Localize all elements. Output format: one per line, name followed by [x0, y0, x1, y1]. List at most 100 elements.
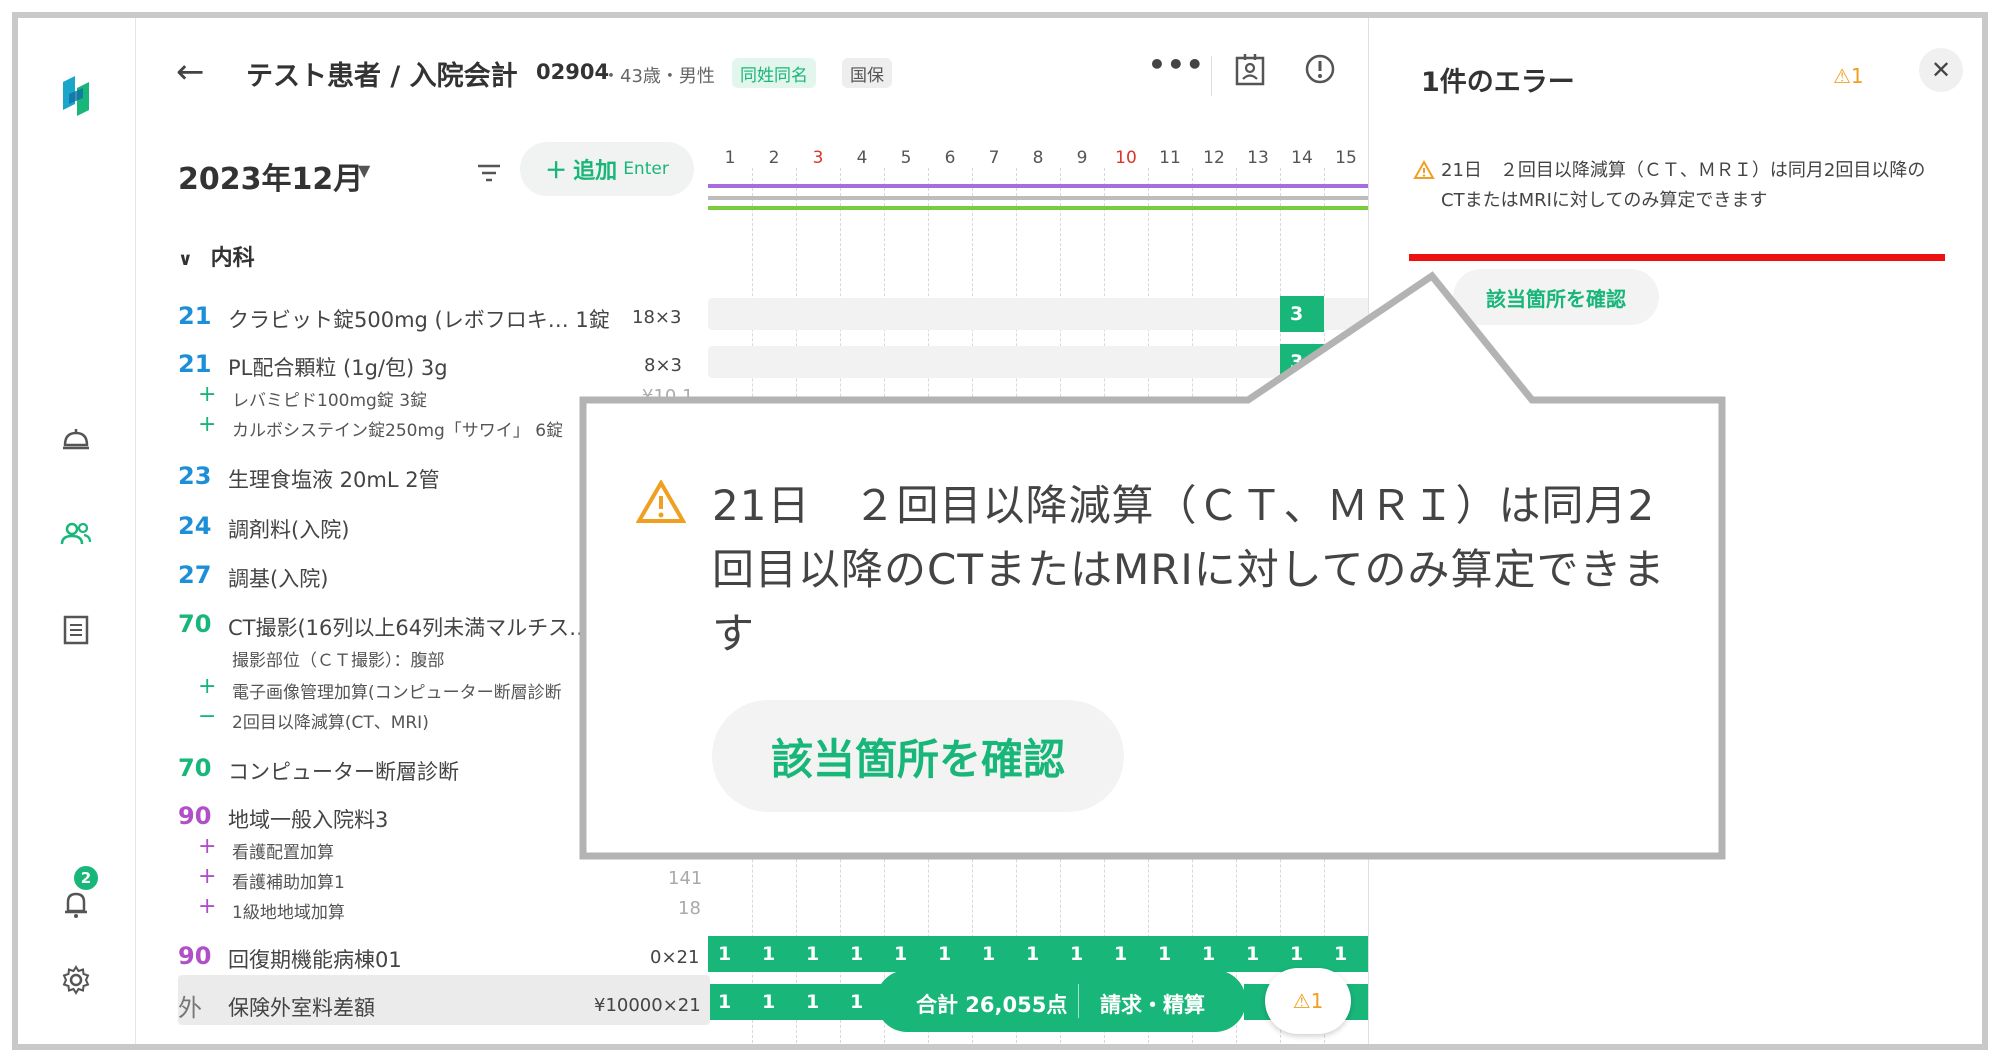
sub-item-name[interactable]: 看護配置加算 — [232, 838, 334, 863]
item-code: 70 — [178, 610, 212, 638]
day-cell[interactable]: 3 — [1280, 344, 1324, 380]
day-cell[interactable]: 1 — [1192, 936, 1236, 972]
filter-icon[interactable] — [474, 158, 504, 188]
sub-item-name[interactable]: 撮影部位（ＣＴ撮影）：腹部 — [232, 646, 445, 671]
item-code: 21 — [178, 302, 212, 330]
calendar-day-7[interactable]: 7 — [972, 148, 1016, 168]
patient-card-icon[interactable] — [1233, 52, 1273, 92]
page-header: ← テスト患者 / 入院会計 02904 ・43歳・男性 同姓同名 国保 ••• — [136, 18, 1366, 122]
add-shortcut-hint: Enter — [623, 159, 669, 179]
alert-circle-icon[interactable] — [1303, 52, 1343, 92]
day-cell[interactable]: 1 — [1236, 936, 1280, 972]
patient-info: ・43歳・男性 — [602, 66, 715, 87]
day-cell[interactable]: 1 — [1324, 936, 1368, 972]
day-cell[interactable]: 1 — [708, 936, 752, 972]
chevron-down-icon[interactable]: ▼ — [358, 161, 370, 180]
close-icon[interactable]: ✕ — [1919, 48, 1963, 92]
day-cell[interactable]: 1 — [884, 936, 928, 972]
add-item-button[interactable]: ＋ 追加 Enter — [520, 142, 694, 196]
item-qty: 0×21 — [650, 947, 700, 968]
sub-item-price: 141 — [668, 868, 703, 889]
item-name[interactable]: 生理食塩液 20mL 2管 — [228, 464, 440, 494]
bill-settle-button[interactable]: 請求・精算 — [1100, 989, 1205, 1019]
item-name[interactable]: PL配合顆粒 (1g/包) 3g — [228, 352, 448, 382]
sub-item-name[interactable]: 看護補助加算1 — [232, 868, 345, 893]
app-logo-icon[interactable] — [56, 76, 96, 116]
calendar-day-8[interactable]: 8 — [1016, 148, 1060, 168]
patients-icon[interactable] — [56, 514, 96, 554]
item-name[interactable]: 調基(入院) — [228, 563, 328, 593]
callout-check-location-button[interactable]: 該当箇所を確認 — [712, 700, 1124, 812]
sub-item-name[interactable]: カルボシステイン錠250mg「サワイ」 6錠 — [232, 416, 563, 441]
calendar-day-13[interactable]: 13 — [1236, 148, 1280, 168]
warning-count-button[interactable]: ⚠1 — [1265, 968, 1351, 1034]
sub-item-name[interactable]: 1級地地域加算 — [232, 898, 345, 923]
day-cell[interactable]: 1 — [708, 984, 752, 1020]
reception-bell-icon[interactable] — [56, 418, 96, 458]
warning-triangle-icon — [1413, 159, 1435, 184]
calendar-day-4[interactable]: 4 — [840, 148, 884, 168]
plus-icon: + — [198, 834, 217, 859]
total-points: 合計 26,055点 — [916, 993, 1068, 1017]
notification-bell-icon[interactable] — [56, 884, 96, 924]
sub-item-name[interactable]: 2回目以降減算(CT、MRI) — [232, 708, 429, 733]
day-cell[interactable]: 1 — [752, 984, 796, 1020]
calendar-day-9[interactable]: 9 — [1060, 148, 1104, 168]
day-cell[interactable]: 1 — [1280, 936, 1324, 972]
item-name[interactable]: 保険外室料差額 — [228, 992, 375, 1022]
minus-icon: − — [198, 704, 217, 729]
calendar-day-2[interactable]: 2 — [752, 148, 796, 168]
item-code: 90 — [178, 802, 212, 830]
item-name[interactable]: 地域一般入院料3 — [228, 804, 388, 834]
check-location-button[interactable]: 該当箇所を確認 — [1453, 269, 1659, 325]
day-cell[interactable]: 1 — [928, 936, 972, 972]
period-bar — [708, 206, 1386, 210]
period-bar — [708, 196, 1386, 200]
item-name[interactable]: CT撮影(16列以上64列未満マルチス… — [228, 612, 590, 642]
item-name[interactable]: 調剤料(入院) — [228, 514, 349, 544]
warning-triangle-icon — [635, 479, 687, 528]
total-bar: 合計 26,055点 請求・精算 — [876, 970, 1246, 1032]
item-code: 70 — [178, 754, 212, 782]
settings-gear-icon[interactable] — [56, 960, 96, 1000]
item-qty: 8×3 — [644, 355, 682, 376]
day-cell[interactable]: 1 — [840, 936, 884, 972]
calendar-day-3[interactable]: 3 — [796, 148, 840, 168]
calendar-day-10[interactable]: 10 — [1104, 148, 1148, 168]
day-cell[interactable]: 1 — [796, 984, 840, 1020]
day-cell[interactable]: 1 — [1104, 936, 1148, 972]
item-name[interactable]: 回復期機能病棟01 — [228, 944, 402, 974]
calendar-day-6[interactable]: 6 — [928, 148, 972, 168]
day-cell[interactable]: 1 — [1148, 936, 1192, 972]
day-cell[interactable]: 1 — [1060, 936, 1104, 972]
item-name[interactable]: クラビット錠500mg (レボフロキ… 1錠 — [228, 304, 610, 334]
error-underline — [1409, 254, 1945, 261]
back-arrow-icon[interactable]: ← — [176, 52, 205, 92]
day-cell[interactable]: 1 — [1016, 936, 1060, 972]
day-cell[interactable]: 3 — [1280, 296, 1324, 332]
plus-icon: + — [198, 412, 217, 437]
sub-item-name[interactable]: 電子画像管理加算(コンピューター断層診断 — [232, 678, 562, 703]
chevron-down-icon: ∨ — [178, 249, 193, 270]
day-cell[interactable]: 1 — [752, 936, 796, 972]
calendar-day-14[interactable]: 14 — [1280, 148, 1324, 168]
calendar-day-1[interactable]: 1 — [708, 148, 752, 168]
sub-item-price: 18 — [678, 898, 701, 919]
calendar-day-5[interactable]: 5 — [884, 148, 928, 168]
calendar-day-15[interactable]: 15 — [1324, 148, 1368, 168]
month-selector[interactable]: 2023年12月 — [178, 154, 363, 198]
day-cell[interactable]: 1 — [796, 936, 840, 972]
header-divider — [1211, 56, 1212, 96]
department-header[interactable]: ∨ 内科 — [178, 240, 255, 272]
sub-item-name[interactable]: レバミピド100mg錠 3錠 — [232, 386, 427, 411]
more-menu-button[interactable]: ••• — [1148, 48, 1205, 81]
page-title: テスト患者 / 入院会計 — [246, 61, 518, 92]
list-document-icon[interactable] — [56, 610, 96, 650]
item-name[interactable]: コンピューター断層診断 — [228, 756, 459, 786]
day-cell[interactable]: 1 — [972, 936, 1016, 972]
calendar-day-12[interactable]: 12 — [1192, 148, 1236, 168]
item-code: 24 — [178, 512, 212, 540]
error-count: ⚠1 — [1833, 64, 1864, 88]
calendar-day-11[interactable]: 11 — [1148, 148, 1192, 168]
add-label: 追加 — [573, 159, 618, 184]
